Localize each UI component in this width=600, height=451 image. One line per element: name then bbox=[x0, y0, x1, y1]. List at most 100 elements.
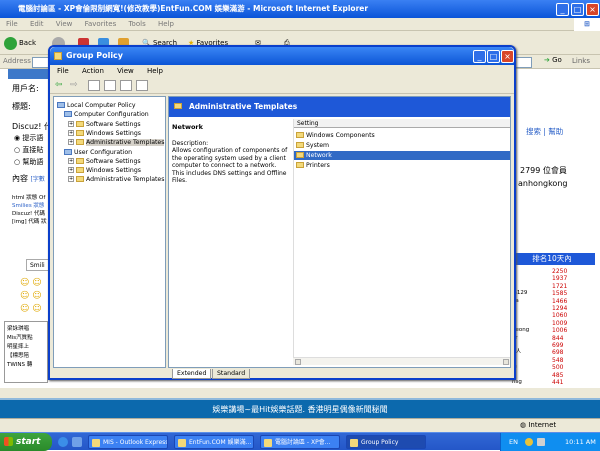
menu-file[interactable]: File bbox=[6, 20, 18, 28]
computer-icon bbox=[64, 111, 72, 118]
tree-node-label: Software Settings bbox=[86, 157, 141, 165]
setting-column-header[interactable]: Setting bbox=[294, 119, 510, 128]
start-button[interactable]: start bbox=[0, 433, 52, 451]
tree-node[interactable]: + Software Settings bbox=[68, 157, 141, 166]
tree-node[interactable]: Computer Configuration bbox=[64, 110, 149, 119]
expand-icon[interactable]: + bbox=[68, 167, 74, 174]
member-name[interactable]: anhongkong bbox=[518, 179, 567, 188]
taskbar-task[interactable]: Group Policy bbox=[346, 435, 426, 449]
desktop-quicklaunch-icon[interactable] bbox=[72, 437, 82, 447]
expand-icon[interactable]: + bbox=[68, 139, 74, 146]
radio-option-1[interactable]: ◉ 提示語 bbox=[14, 133, 43, 143]
folder-icon bbox=[296, 132, 304, 138]
rank-row[interactable]: nsg 441 bbox=[512, 379, 592, 386]
menu-edit[interactable]: Edit bbox=[30, 20, 44, 28]
folder-icon bbox=[174, 103, 182, 109]
rank-row[interactable]: 1937 bbox=[512, 275, 592, 282]
gp-minimize-button[interactable]: _ bbox=[473, 50, 486, 63]
expand-icon[interactable]: + bbox=[68, 120, 74, 127]
rank-row[interactable]: 485 bbox=[512, 372, 592, 379]
maximize-button[interactable]: □ bbox=[571, 3, 584, 16]
tree-node[interactable]: Local Computer Policy bbox=[57, 101, 136, 110]
news-item-4[interactable]: 【標思陪 bbox=[7, 352, 33, 361]
horizontal-scrollbar[interactable] bbox=[293, 357, 510, 365]
menu-favorites[interactable]: Favorites bbox=[85, 20, 117, 28]
export-list-icon[interactable] bbox=[136, 80, 148, 91]
tree-node[interactable]: + Windows Settings bbox=[68, 166, 141, 175]
radio-option-2[interactable]: ○ 直接貼 bbox=[14, 145, 43, 155]
minimize-button[interactable]: _ bbox=[556, 3, 569, 16]
tray-app-icon[interactable] bbox=[525, 438, 533, 446]
expand-icon[interactable]: + bbox=[68, 129, 74, 136]
news-item-2[interactable]: Mis汽質點 bbox=[7, 334, 33, 343]
properties-icon[interactable] bbox=[120, 80, 132, 91]
ie-quicklaunch-icon[interactable] bbox=[58, 437, 68, 447]
radio-label-3: 幫助語 bbox=[22, 158, 44, 166]
tree-node[interactable]: + Software Settings bbox=[68, 120, 141, 129]
nav-search[interactable]: 搜索 bbox=[526, 127, 541, 136]
scroll-left-icon[interactable] bbox=[295, 359, 301, 365]
settings-list-item[interactable]: System bbox=[296, 141, 329, 150]
settings-list-item[interactable]: Network bbox=[294, 151, 510, 160]
rank-row[interactable]: 1060 bbox=[512, 312, 592, 319]
rank-value: 2250 bbox=[552, 268, 568, 275]
language-indicator[interactable]: EN bbox=[509, 433, 518, 451]
rank-row[interactable]: 1721 bbox=[512, 283, 592, 290]
tree-node[interactable]: User Configuration bbox=[64, 148, 132, 157]
tree-node[interactable]: + Administrative Templates bbox=[68, 175, 164, 184]
nav-help[interactable]: 幫助 bbox=[548, 127, 563, 136]
tree-node[interactable]: + Windows Settings bbox=[68, 129, 141, 138]
rank-row[interactable]: aa1466 bbox=[512, 298, 592, 305]
menu-view[interactable]: View bbox=[56, 20, 73, 28]
rank-row[interactable]: 02250 bbox=[512, 268, 592, 275]
radio-option-3[interactable]: ○ 幫助語 bbox=[14, 157, 43, 167]
menu-help[interactable]: Help bbox=[158, 20, 174, 28]
back-button[interactable]: Back bbox=[4, 36, 36, 50]
taskbar-task[interactable]: EntFun.COM 娛樂滿... bbox=[174, 435, 254, 449]
smiley-grid[interactable]: ☺ ☺ ☺ ☺ ☺ ☺ bbox=[20, 277, 42, 316]
gp-menu-help[interactable]: Help bbox=[147, 67, 163, 75]
up-folder-icon[interactable] bbox=[88, 80, 100, 91]
settings-list-item[interactable]: Printers bbox=[296, 161, 330, 170]
news-item-1[interactable]: 梁詠琪唱 bbox=[7, 325, 33, 334]
taskbar-task[interactable]: MIS - Outlook Express bbox=[88, 435, 168, 449]
view-tabs: Extended Standard bbox=[168, 369, 328, 380]
gp-toolbar: ⇦ ⇨ bbox=[50, 78, 514, 94]
rank-row[interactable]: 1294 bbox=[512, 305, 592, 312]
rank-row[interactable]: ff人 698 bbox=[512, 349, 592, 356]
settings-list-item[interactable]: Windows Components bbox=[296, 131, 375, 140]
news-item-5[interactable]: TWINS 轉 bbox=[7, 361, 33, 370]
rank-row[interactable]: 548 bbox=[512, 357, 592, 364]
top-nav: 搜索 | 幫助 bbox=[526, 127, 564, 136]
expand-icon[interactable]: + bbox=[68, 157, 74, 164]
close-button[interactable]: × bbox=[586, 3, 599, 16]
rank-row[interactable]: 699 bbox=[512, 342, 592, 349]
description-panel: Network Description: Allows configuratio… bbox=[172, 123, 290, 185]
rank-row[interactable]: ie500 bbox=[512, 364, 592, 371]
gp-close-button[interactable]: × bbox=[501, 50, 514, 63]
task-app-icon bbox=[178, 439, 186, 447]
gp-menu-file[interactable]: File bbox=[57, 67, 69, 75]
tab-extended[interactable]: Extended bbox=[172, 369, 212, 379]
gp-menu-action[interactable]: Action bbox=[82, 67, 104, 75]
menu-tools[interactable]: Tools bbox=[128, 20, 145, 28]
rank-row[interactable]: 1009 bbox=[512, 320, 592, 327]
start-label: start bbox=[16, 437, 41, 447]
rank-row[interactable]: la129 1585 bbox=[512, 290, 592, 297]
rank-row[interactable]: ar844 bbox=[512, 335, 592, 342]
gp-menu-view[interactable]: View bbox=[117, 67, 134, 75]
gp-back-icon[interactable]: ⇦ bbox=[55, 80, 63, 90]
show-tree-icon[interactable] bbox=[104, 80, 116, 91]
expand-icon[interactable]: + bbox=[68, 176, 74, 183]
news-item-3[interactable]: 明星摔上 bbox=[7, 343, 33, 352]
gp-forward-icon[interactable]: ⇨ bbox=[70, 80, 78, 90]
tab-standard[interactable]: Standard bbox=[212, 369, 251, 379]
settings-list-item-label: Network bbox=[306, 152, 332, 159]
tree-node[interactable]: + Administrative Templates bbox=[68, 138, 165, 147]
gp-maximize-button[interactable]: □ bbox=[487, 50, 500, 63]
taskbar-task[interactable]: 電腦討論區 - XP會... bbox=[260, 435, 340, 449]
go-button[interactable]: ➔ Go bbox=[544, 56, 562, 64]
scroll-right-icon[interactable] bbox=[503, 359, 509, 365]
network-icon[interactable] bbox=[537, 438, 545, 446]
rank-row[interactable]: heong 1006 bbox=[512, 327, 592, 334]
